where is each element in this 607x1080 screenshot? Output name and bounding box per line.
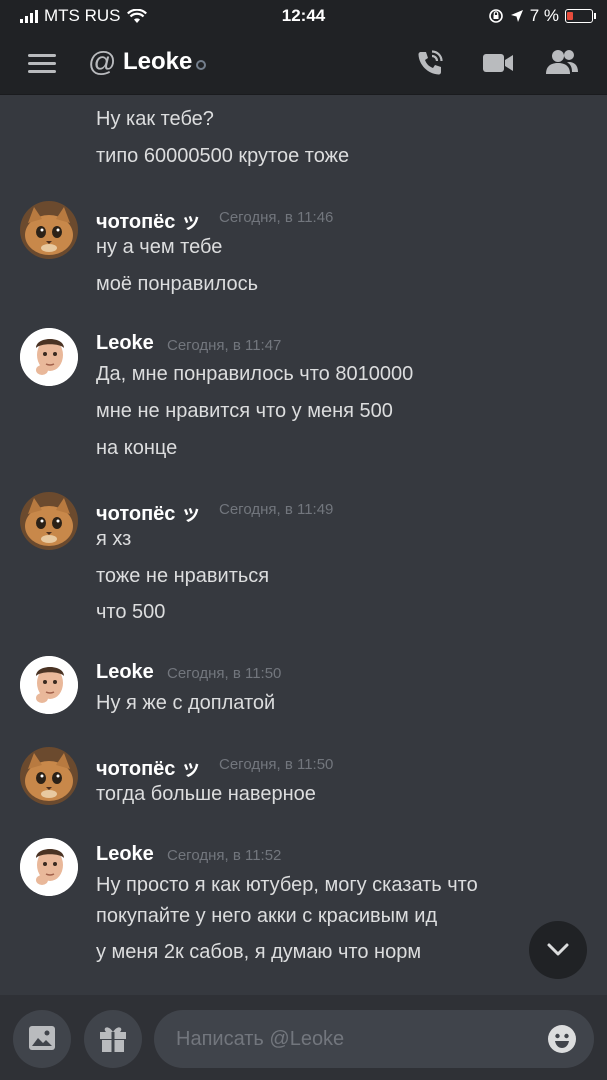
avatar[interactable] [20,201,78,259]
cat-avatar-icon [20,492,78,550]
message-timestamp: Сегодня, в 11:47 [167,337,282,354]
voice-call-icon[interactable] [415,48,445,78]
author-name[interactable]: Leoke [96,661,154,684]
chevron-down-icon [547,943,569,956]
message-text: на конце [96,437,178,459]
cat-avatar-icon [20,747,78,805]
message-text: Ну я же с доплатой [96,692,276,714]
avatar[interactable] [20,747,78,805]
message-text: Ну просто я как ютубер, могу сказать что [96,874,478,896]
message-text: ну а чем тебе [96,236,223,258]
message-text: Да, мне понравилось что 8010000 [96,363,414,385]
emoji-icon[interactable] [547,1024,577,1054]
message-text: Ну как тебе? [96,108,214,130]
author-name[interactable]: Leoke [96,332,154,355]
message-text: я хз [96,528,132,550]
memoji-avatar-icon [20,838,78,896]
message-timestamp: Сегодня, в 11:50 [167,665,282,682]
message-input[interactable] [154,1010,594,1068]
message-timestamp: Сегодня, в 11:46 [219,209,334,226]
menu-icon[interactable] [28,54,56,74]
avatar[interactable] [20,492,78,550]
message-timestamp: Сегодня, в 11:52 [167,847,282,864]
at-sign-icon: @ [88,46,117,77]
members-icon[interactable] [545,48,579,76]
status-bar: MTS RUS 12:44 7 % [0,0,607,32]
avatar[interactable] [20,656,78,714]
cat-avatar-icon [20,201,78,259]
avatar[interactable] [20,838,78,896]
video-call-icon[interactable] [482,50,514,76]
message-text: что 500 [96,601,166,623]
message-text: покупайте у него акки с красивым ид [96,905,438,927]
message-timestamp: Сегодня, в 11:49 [219,501,334,518]
author-name[interactable]: чотопёс ッ [96,497,201,526]
author-name[interactable]: Leoke [96,843,154,866]
channel-title: Leoke [123,48,193,75]
gift-button[interactable] [84,1010,142,1068]
offline-status-icon [196,60,206,70]
scroll-to-bottom-button[interactable] [529,921,587,979]
message-text: тогда больше наверное [96,783,316,805]
memoji-avatar-icon [20,328,78,386]
message-list[interactable]: Ну как тебе? типо 60000500 крутое тоже ч… [0,95,607,995]
channel-header: @ Leoke [0,32,607,95]
message-text: у меня 2к сабов, я думаю что норм [96,941,422,963]
memoji-avatar-icon [20,656,78,714]
message-timestamp: Сегодня, в 11:50 [219,756,334,773]
battery-percent: 7 % [529,6,559,25]
battery-icon [565,9,596,23]
orientation-lock-icon [488,9,503,23]
avatar[interactable] [20,328,78,386]
attach-image-button[interactable] [13,1010,71,1068]
author-name[interactable]: чотопёс ッ [96,205,201,234]
message-text: тоже не нравиться [96,565,270,587]
message-text: моё понравилось [96,273,259,295]
author-name[interactable]: чотопёс ッ [96,752,201,781]
message-text: типо 60000500 крутое тоже [96,145,350,167]
message-text: мне не нравится что у меня 500 [96,400,393,422]
gift-icon [100,1027,126,1052]
location-arrow-icon [510,10,523,22]
image-icon [29,1026,55,1050]
